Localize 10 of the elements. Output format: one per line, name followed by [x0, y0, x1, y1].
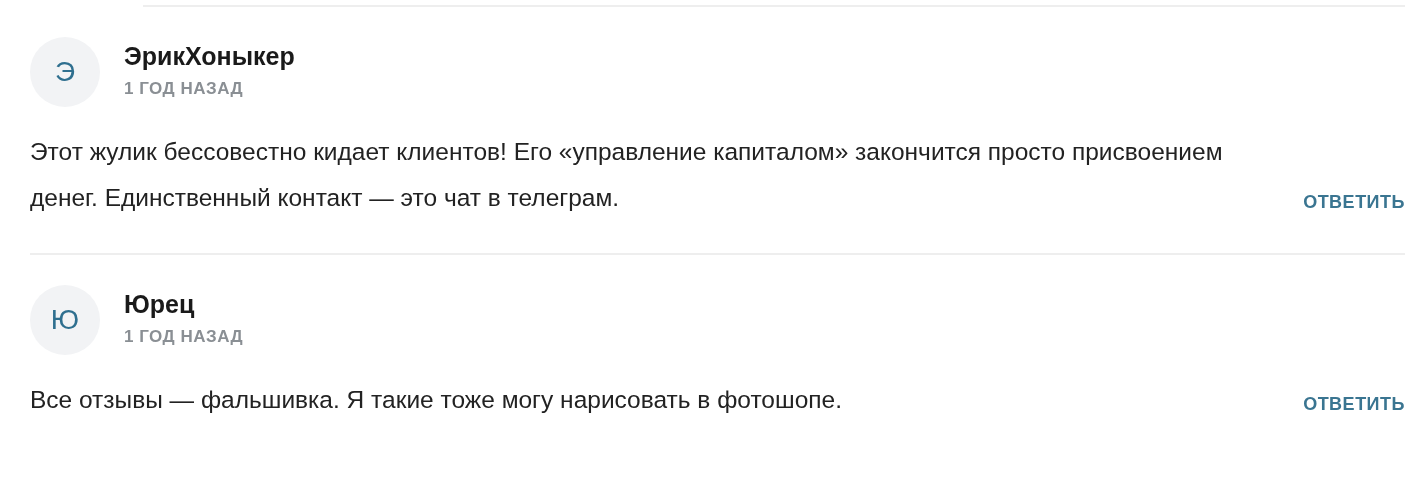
avatar: Ю: [30, 285, 100, 355]
reply-link[interactable]: ОТВЕТИТЬ: [1303, 394, 1405, 423]
comment-text: Все отзывы — фальшивка. Я такие тоже могу нарисовать в фотошопе.: [30, 385, 842, 415]
comment-time: 1 ГОД НАЗАД: [124, 326, 244, 347]
reply-link[interactable]: ОТВЕТИТЬ: [1303, 192, 1405, 221]
avatar: Э: [30, 37, 100, 107]
author-name: Юрец: [124, 289, 196, 319]
comment-time: 1 ГОД НАЗАД: [124, 78, 245, 99]
comment-text: Этот жулик бессовестно кидает клиентов! Его «управление капиталом» закончится просто присвоением денег. Единственный контакт — это чат в телеграм.: [30, 137, 1224, 213]
author-name: ЭрикХоныкер: [124, 41, 295, 71]
